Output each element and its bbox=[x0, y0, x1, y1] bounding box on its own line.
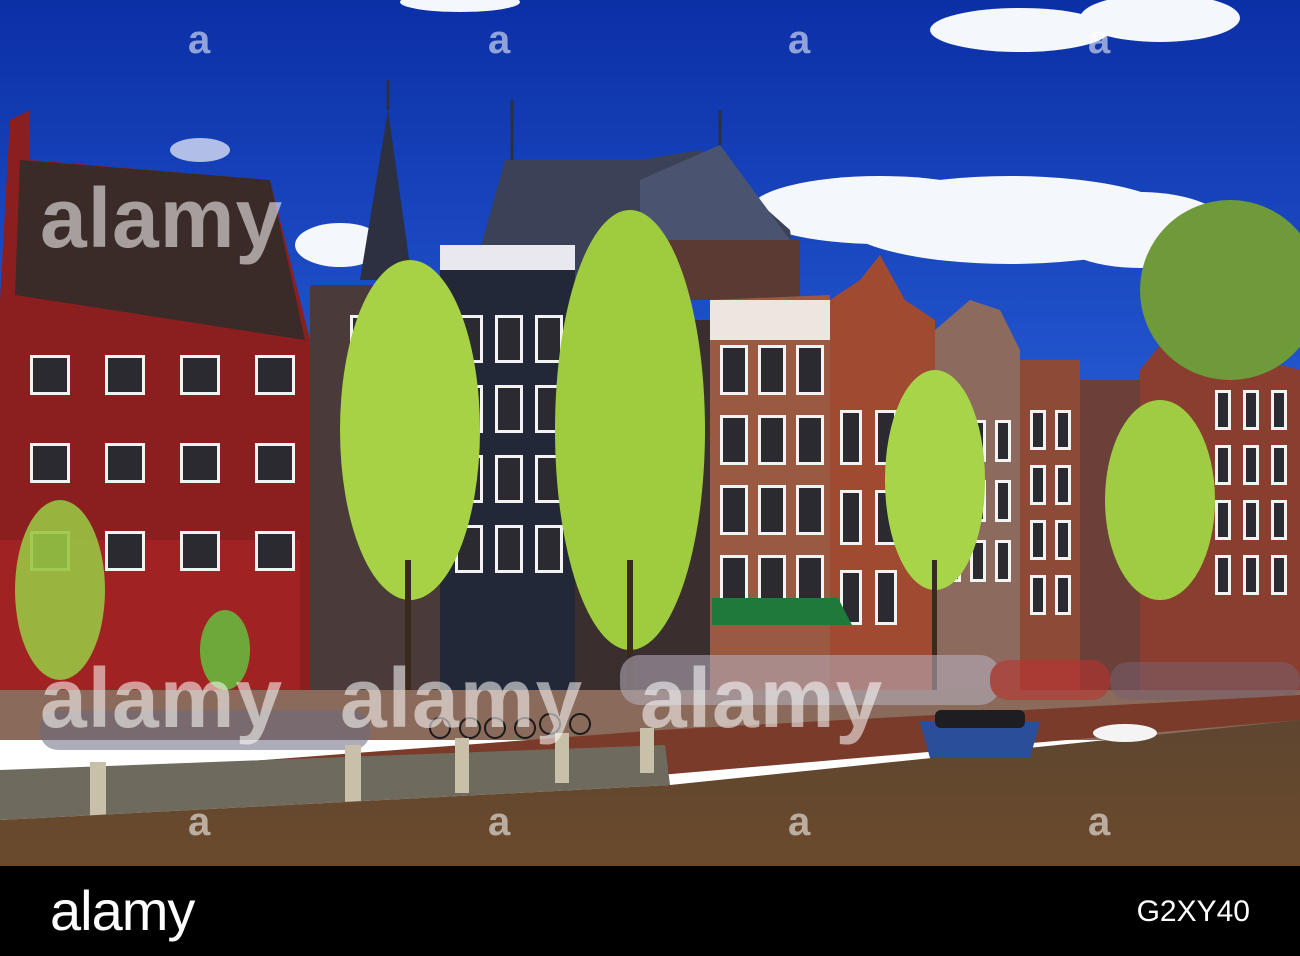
window-pane bbox=[1218, 393, 1228, 427]
window-pane bbox=[799, 348, 821, 392]
window-pane bbox=[761, 348, 783, 392]
window-pane bbox=[1033, 578, 1043, 612]
window-pane bbox=[761, 558, 783, 602]
footer-bar: alamy G2XY40 bbox=[0, 866, 1300, 956]
window-pane bbox=[1033, 413, 1043, 447]
window-pane bbox=[183, 446, 217, 480]
window-pane bbox=[843, 493, 859, 542]
window-pane bbox=[1218, 503, 1228, 537]
watermark-mark: a bbox=[1088, 800, 1111, 844]
window-pane bbox=[799, 418, 821, 462]
window-pane bbox=[1246, 393, 1256, 427]
watermark-word: alamy bbox=[640, 651, 884, 745]
window-pane bbox=[1058, 468, 1068, 502]
window-pane bbox=[973, 543, 983, 579]
window-pane bbox=[538, 528, 560, 570]
green-awning bbox=[712, 598, 852, 625]
window-pane bbox=[1218, 558, 1228, 592]
window-pane bbox=[1058, 523, 1068, 557]
window-pane bbox=[799, 558, 821, 602]
window-pane bbox=[1274, 448, 1284, 482]
watermark-mark: a bbox=[788, 18, 811, 62]
window-pane bbox=[108, 534, 142, 568]
window-pane bbox=[843, 413, 859, 462]
watermark-mark: a bbox=[788, 800, 811, 844]
window-pane bbox=[723, 488, 745, 532]
watermark-mark: a bbox=[188, 18, 211, 62]
window-pane bbox=[498, 528, 520, 570]
watermark-mark: a bbox=[1088, 18, 1111, 62]
window-pane bbox=[723, 348, 745, 392]
window-pane bbox=[723, 558, 745, 602]
window-pane bbox=[723, 418, 745, 462]
window-pane bbox=[1274, 558, 1284, 592]
window-pane bbox=[108, 358, 142, 392]
window-pane bbox=[33, 446, 67, 480]
window-pane bbox=[108, 446, 142, 480]
window-pane bbox=[1033, 468, 1043, 502]
watermark-mark: a bbox=[488, 800, 511, 844]
window-pane bbox=[33, 358, 67, 392]
watermark-word: alamy bbox=[340, 651, 584, 745]
window-pane bbox=[1218, 448, 1228, 482]
window-pane bbox=[1058, 578, 1068, 612]
watermark-mark: a bbox=[488, 18, 511, 62]
image-id: G2XY40 bbox=[1136, 895, 1250, 928]
window-pane bbox=[498, 318, 520, 360]
watermark-word: alamy bbox=[40, 171, 284, 265]
watermark-word: alamy bbox=[40, 651, 284, 745]
window-pane bbox=[1058, 413, 1068, 447]
window-pane bbox=[183, 358, 217, 392]
window-pane bbox=[183, 534, 217, 568]
stock-photo-page: a a a a alamy alamy alamy alamy a a a a … bbox=[0, 0, 1300, 956]
brand-logo[interactable]: alamy bbox=[50, 880, 195, 942]
window-pane bbox=[998, 483, 1008, 519]
window-pane bbox=[799, 488, 821, 532]
window-pane bbox=[498, 388, 520, 430]
window-pane bbox=[998, 543, 1008, 579]
window-pane bbox=[258, 534, 292, 568]
window-pane bbox=[1246, 503, 1256, 537]
window-pane bbox=[498, 458, 520, 500]
window-pane bbox=[1274, 393, 1284, 427]
window-pane bbox=[878, 573, 894, 622]
window-pane bbox=[538, 318, 560, 360]
window-pane bbox=[1033, 523, 1043, 557]
window-pane bbox=[1274, 503, 1284, 537]
watermark-mark: a bbox=[188, 800, 211, 844]
window-pane bbox=[258, 358, 292, 392]
window-pane bbox=[761, 418, 783, 462]
window-pane bbox=[1246, 558, 1256, 592]
window-pane bbox=[998, 423, 1008, 459]
window-pane bbox=[761, 488, 783, 532]
window-pane bbox=[1246, 448, 1256, 482]
window-pane bbox=[258, 446, 292, 480]
